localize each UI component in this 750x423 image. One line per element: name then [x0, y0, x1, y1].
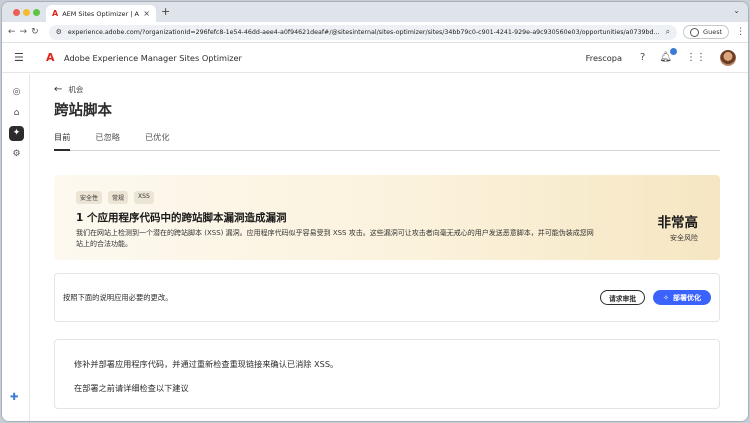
- close-window-button[interactable]: [13, 9, 20, 16]
- apps-grid-icon[interactable]: ⋮⋮: [686, 52, 706, 63]
- browser-tab-title: AEM Sites Optimizer | Adobe: [62, 9, 139, 18]
- tag-security: 安全性: [76, 191, 103, 204]
- details-line-2: 在部署之前请详细检查以下建议: [74, 383, 189, 393]
- browser-window: A AEM Sites Optimizer | Adobe × + ⌄ ← → …: [1, 1, 749, 422]
- deploy-label: 部署优化: [673, 293, 701, 302]
- opportunity-title: 1 个应用程序代码中的跨站脚本漏洞造成漏洞: [76, 212, 287, 224]
- guest-label: Guest: [703, 28, 723, 36]
- globe-icon[interactable]: ◎: [9, 85, 24, 100]
- profile-icon: [690, 27, 700, 37]
- left-rail: ◎ ⌂ ✦ ⚙ ✚: [2, 74, 30, 421]
- page-title: 跨站脚本: [54, 103, 112, 119]
- browser-toolbar: ← → ↻ ⚙ experience.adobe.com/?organizati…: [2, 22, 748, 43]
- back-label[interactable]: 机会: [68, 84, 83, 95]
- slack-icon[interactable]: ✚: [10, 392, 18, 403]
- tab-optimized[interactable]: 已优化: [145, 131, 170, 150]
- browser-menu-icon[interactable]: ⋮: [736, 27, 745, 37]
- opportunity-description: 我们在网站上检测到一个潜在的跨站脚本 (XSS) 漏洞。应用程序代码似乎容易受到…: [76, 229, 594, 248]
- opportunity-summary-card: 安全性 常规 XSS 1 个应用程序代码中的跨站脚本漏洞造成漏洞 我们在网站上检…: [54, 175, 720, 260]
- hamburger-menu-icon[interactable]: ☰: [14, 51, 34, 64]
- reload-icon[interactable]: ↻: [31, 27, 39, 37]
- back-arrow-icon[interactable]: ←: [8, 27, 16, 37]
- deploy-optimization-button[interactable]: ✧ 部署优化: [653, 290, 711, 305]
- opportunities-icon[interactable]: ✦: [9, 126, 24, 141]
- request-review-button[interactable]: 请求审批: [599, 290, 646, 305]
- minimize-window-button[interactable]: [23, 9, 30, 16]
- forward-arrow-icon[interactable]: →: [20, 27, 28, 37]
- action-card: 按照下面的说明应用必要的更改。 请求审批 ✧ 部署优化: [54, 273, 720, 322]
- app-name: Adobe Experience Manager Sites Optimizer: [64, 52, 242, 63]
- avatar[interactable]: [720, 49, 736, 66]
- back-arrow-icon[interactable]: ←: [54, 84, 62, 95]
- url-text: experience.adobe.com/?organizationId=296…: [67, 28, 660, 36]
- severity-label: 安全风险: [670, 234, 698, 242]
- main-content: ← 机会 跨站脚本 目前 已忽略 已优化 安全性 常规 XSS 1 个应用程序代…: [54, 84, 720, 409]
- tag-general: 常规: [108, 191, 129, 204]
- zoom-icon[interactable]: ⌕: [666, 27, 670, 37]
- close-tab-icon[interactable]: ×: [143, 9, 150, 18]
- tab-ignored[interactable]: 已忽略: [95, 131, 120, 150]
- breadcrumb[interactable]: ← 机会: [54, 84, 720, 95]
- adobe-logo-icon: A: [46, 50, 55, 64]
- details-line-1: 修补并部署应用程序代码，并通过重新检查重现链接来确认已消除 XSS。: [74, 359, 339, 369]
- opportunity-tabs: 目前 已忽略 已优化: [54, 131, 720, 151]
- home-icon[interactable]: ⌂: [9, 106, 24, 121]
- notification-badge: [670, 48, 677, 55]
- tab-current[interactable]: 目前: [54, 131, 71, 151]
- severity-indicator: 非常高 安全风险: [658, 211, 699, 243]
- maximize-window-button[interactable]: [33, 9, 40, 16]
- instruction-text: 按照下面的说明应用必要的更改。: [63, 292, 173, 302]
- adobe-favicon-icon: A: [52, 9, 59, 18]
- site-settings-icon[interactable]: ⚙: [56, 28, 62, 36]
- settings-gear-icon[interactable]: ⚙: [9, 147, 24, 162]
- guest-profile-button[interactable]: Guest: [683, 25, 730, 39]
- tag-list: 安全性 常规 XSS: [76, 191, 720, 204]
- address-bar[interactable]: ⚙ experience.adobe.com/?organizationId=2…: [48, 24, 678, 40]
- tab-list-chevron-icon[interactable]: ⌄: [733, 6, 740, 15]
- browser-tab-bar: A AEM Sites Optimizer | Adobe × + ⌄: [2, 2, 748, 22]
- org-switcher[interactable]: Frescopa: [586, 53, 622, 63]
- notifications-bell-icon[interactable]: 🔔︎: [659, 48, 677, 63]
- help-icon[interactable]: ?: [640, 52, 645, 63]
- details-card: 修补并部署应用程序代码，并通过重新检查重现链接来确认已消除 XSS。 在部署之前…: [54, 339, 720, 409]
- new-tab-button[interactable]: +: [161, 5, 170, 18]
- app-header: ☰ A Adobe Experience Manager Sites Optim…: [2, 43, 748, 73]
- severity-level: 非常高: [657, 215, 699, 231]
- browser-tab[interactable]: A AEM Sites Optimizer | Adobe ×: [46, 5, 156, 22]
- deploy-sparkle-icon: ✧: [663, 293, 669, 302]
- tag-xss: XSS: [134, 191, 154, 204]
